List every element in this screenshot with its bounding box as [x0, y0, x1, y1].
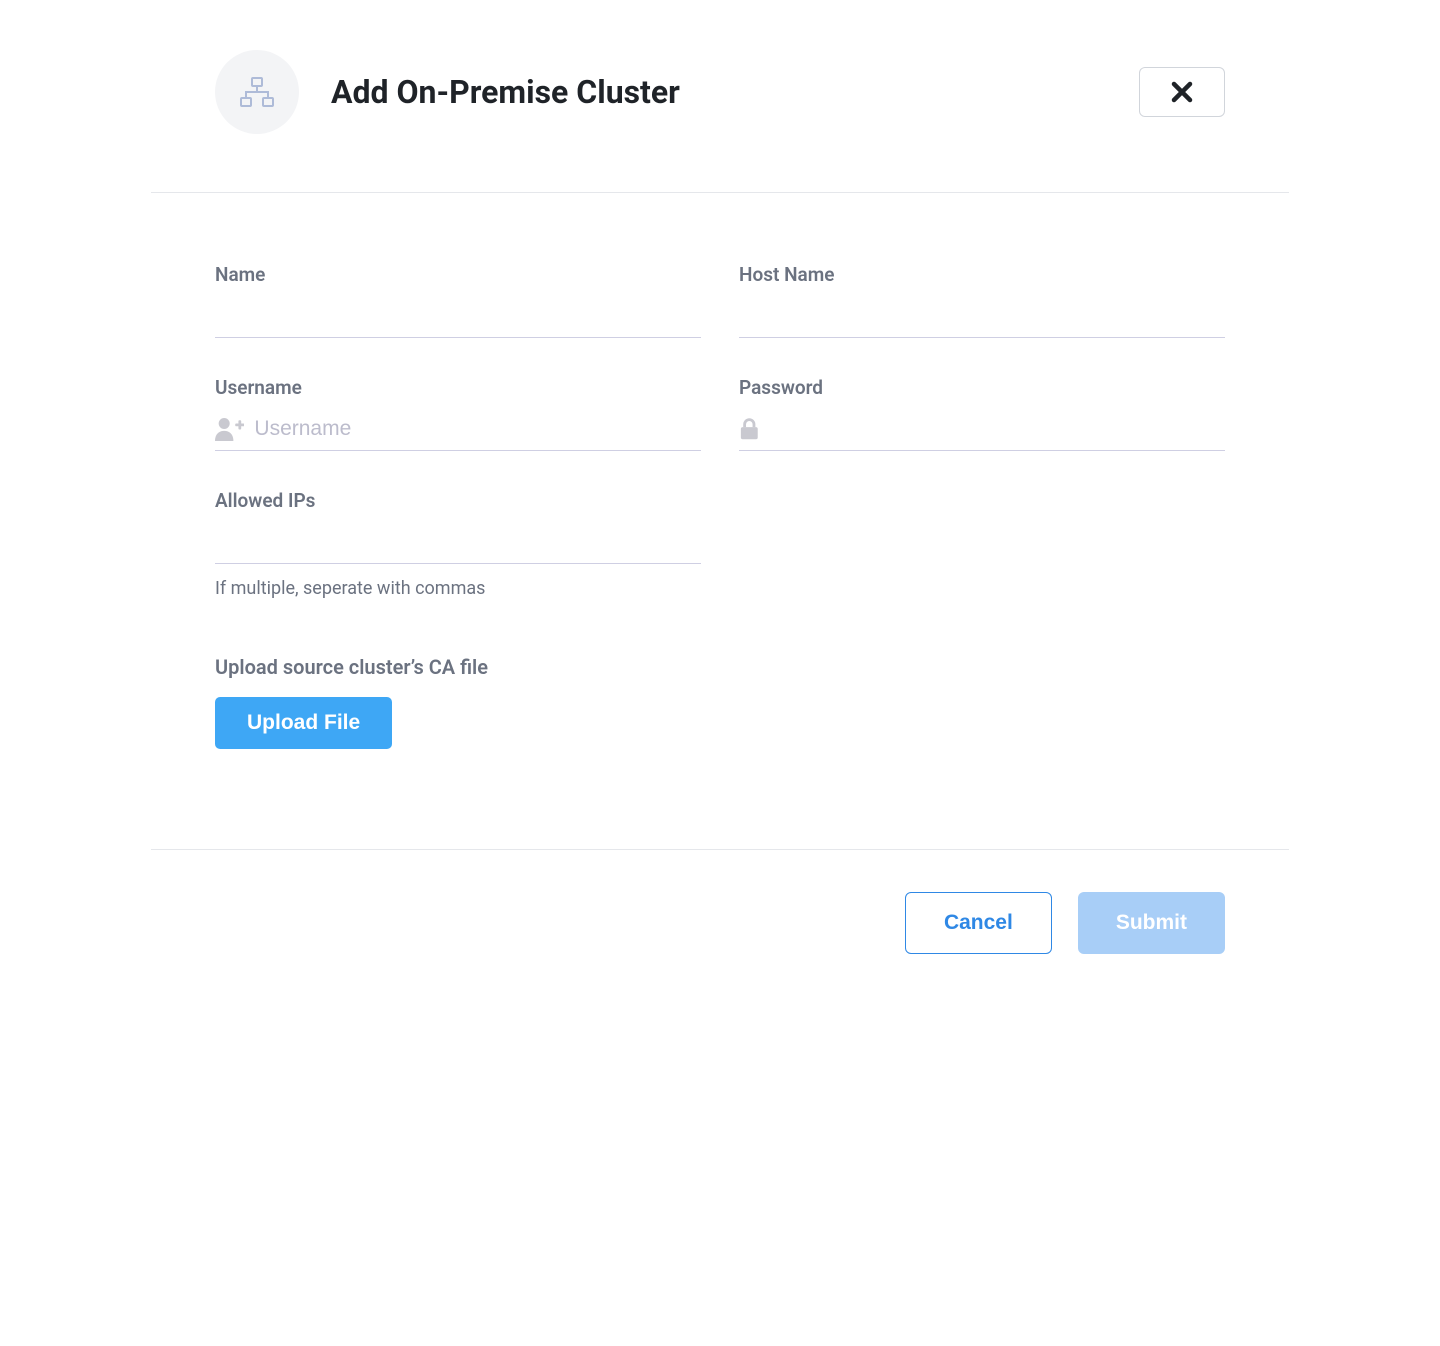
network-icon-circle: [215, 50, 299, 134]
network-icon: [240, 77, 274, 107]
header-left: Add On-Premise Cluster: [215, 50, 680, 134]
cancel-button[interactable]: Cancel: [905, 892, 1052, 954]
password-input[interactable]: [770, 417, 1225, 441]
hostname-field-group: Host Name: [739, 263, 1225, 338]
dialog-footer: Cancel Submit: [151, 850, 1289, 996]
allowed-ips-helper: If multiple, seperate with commas: [215, 578, 701, 599]
hostname-label: Host Name: [739, 263, 1225, 286]
username-input[interactable]: [254, 417, 701, 441]
upload-file-button[interactable]: Upload File: [215, 697, 392, 749]
hostname-input[interactable]: [739, 304, 1225, 328]
lock-icon: [739, 417, 760, 441]
name-field-group: Name: [215, 263, 701, 338]
allowed-ips-label: Allowed IPs: [215, 489, 701, 512]
submit-button[interactable]: Submit: [1078, 892, 1225, 954]
name-input[interactable]: [215, 304, 701, 328]
dialog-title: Add On-Premise Cluster: [331, 73, 680, 111]
dialog-header: Add On-Premise Cluster: [151, 0, 1289, 193]
upload-section-label: Upload source cluster’s CA file: [215, 655, 1225, 679]
upload-section: Upload source cluster’s CA file Upload F…: [215, 655, 1225, 749]
dialog-body: Name Host Name Username: [151, 193, 1289, 850]
user-plus-icon: [215, 416, 244, 442]
close-icon: [1171, 81, 1193, 103]
name-label: Name: [215, 263, 701, 286]
password-field-group: Password: [739, 376, 1225, 451]
close-button[interactable]: [1139, 67, 1225, 117]
allowed-ips-field-group: Allowed IPs If multiple, seperate with c…: [215, 489, 701, 599]
username-field-group: Username: [215, 376, 701, 451]
username-label: Username: [215, 376, 701, 399]
password-label: Password: [739, 376, 1225, 399]
allowed-ips-input[interactable]: [215, 530, 701, 554]
